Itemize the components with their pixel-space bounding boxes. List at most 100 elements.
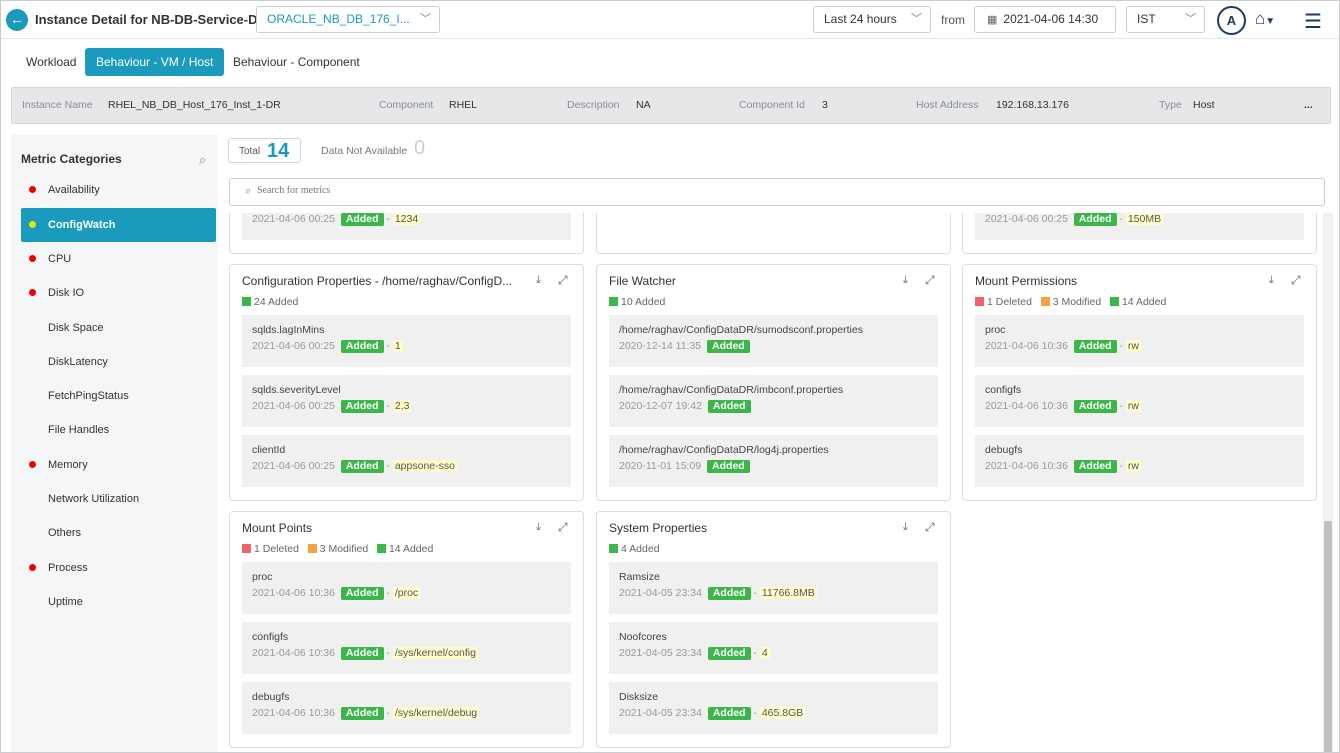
card-system-properties: System Properties ⤓ ⤢ 4 Added Ramsize 20… (596, 511, 951, 748)
item-name: /home/raghav/ConfigDataDR/sumodsconf.pro… (619, 324, 863, 336)
list-item: configfs 2021-04-06 10:36 Added - rw (975, 375, 1304, 427)
sidebar-item-process[interactable]: Process (21, 551, 216, 585)
sidebar-item-configwatch[interactable]: ConfigWatch (21, 208, 216, 242)
list-item: 2021-04-06 00:25 Added - 150MB (975, 213, 1304, 240)
sidebar-item-memory[interactable]: Memory (21, 448, 216, 482)
sidebar-item-disklatency[interactable]: DiskLatency (21, 345, 216, 379)
avatar[interactable]: A (1217, 6, 1246, 35)
item-meta: 2021-04-06 00:25 Added - 2,3 (252, 400, 412, 413)
instance-info-bar: Instance Name RHEL_NB_DB_Host_176_Inst_1… (11, 87, 1331, 124)
download-icon[interactable]: ⤓ (536, 521, 541, 534)
item-name: /home/raghav/ConfigDataDR/log4j.properti… (619, 444, 829, 456)
item-value: /sys/kernel/debug (392, 707, 480, 719)
sidebar-item-disk-io[interactable]: Disk IO (21, 276, 216, 310)
sidebar-item-fetchpingstatus[interactable]: FetchPingStatus (21, 379, 216, 413)
item-name: Ramsize (619, 571, 660, 583)
metric-search-box[interactable]: ⌕ (229, 178, 1325, 206)
sidebar-item-label: Others (48, 527, 82, 539)
status-badge: Added (340, 707, 384, 720)
host-address-key: Host Address (916, 99, 979, 111)
card-mount-permissions: Mount Permissions ⤓ ⤢ 1 Deleted 3 Modifi… (962, 264, 1317, 501)
status-badge: Added (707, 707, 751, 720)
list-item: sqlds.severityLevel 2021-04-06 00:25 Add… (242, 375, 571, 427)
item-meta: 2021-04-06 00:25 Added - 150MB (985, 213, 1164, 226)
sidebar-item-others[interactable]: Others (21, 516, 216, 550)
chevron-down-icon: ﹀ (911, 13, 922, 25)
item-time: 2021-04-05 23:34 (619, 647, 702, 659)
scrollbar-thumb[interactable] (1324, 521, 1332, 752)
alert-dot (29, 461, 36, 468)
sidebar-item-file-handles[interactable]: File Handles (21, 413, 216, 447)
item-name: configfs (252, 631, 289, 643)
added-legend-square (609, 544, 618, 553)
added-count: 14 Added (1121, 296, 1167, 308)
download-icon[interactable]: ⤓ (536, 274, 541, 287)
item-meta: 2021-04-05 23:34 Added - 465.8GB (619, 707, 806, 720)
from-date-picker[interactable]: ▦ 2021-04-06 14:30 (974, 6, 1116, 33)
time-range-select[interactable]: Last 24 hours ﹀ (813, 6, 931, 33)
item-meta: 2021-04-06 00:25 Added - 1234 (252, 213, 421, 226)
sidebar-title: Metric Categories (21, 152, 122, 166)
sidebar-item-network-utilization[interactable]: Network Utilization (21, 482, 216, 516)
status-badge: Added (707, 587, 751, 600)
search-input[interactable] (257, 185, 657, 196)
item-time: 2021-04-06 00:25 (252, 400, 335, 412)
sidebar-item-disk-space[interactable]: Disk Space (21, 311, 216, 345)
metrics-grid: 2021-04-06 00:25 Added - 1234 2021-04-06… (221, 213, 1339, 752)
sidebar-item-cpu[interactable]: CPU (21, 242, 216, 276)
added-legend-square (1109, 297, 1119, 306)
item-value: /proc (392, 587, 421, 599)
expand-icon[interactable]: ⤢ (558, 520, 568, 535)
status-badge: Added (1073, 340, 1117, 353)
status-badge: Added (340, 340, 384, 353)
sidebar-item-label: FetchPingStatus (48, 390, 129, 402)
card-summary: 1 Deleted 3 Modified 14 Added (975, 296, 1166, 308)
calendar-icon: ▦ (987, 14, 998, 26)
item-name: /home/raghav/ConfigDataDR/imbconf.proper… (619, 384, 844, 396)
modified-legend-square (1040, 297, 1050, 306)
back-button[interactable]: ← (6, 9, 28, 31)
timezone-select[interactable]: IST ﹀ (1126, 6, 1205, 33)
status-badge: Added (707, 400, 751, 413)
download-icon[interactable]: ⤓ (1269, 274, 1274, 287)
download-icon[interactable]: ⤓ (903, 521, 908, 534)
component-key: Component (379, 99, 434, 111)
status-badge: Added (340, 400, 384, 413)
instance-select[interactable]: ORACLE_NB_DB_176_I... ﹀ (256, 6, 440, 33)
list-item: /home/raghav/ConfigDataDR/log4j.properti… (609, 435, 938, 487)
list-item: 2021-04-06 00:25 Added - 1234 (242, 213, 571, 240)
list-item: proc 2021-04-06 10:36 Added - rw (975, 315, 1304, 367)
tab-behaviour-vm-host[interactable]: Behaviour - VM / Host (85, 48, 225, 76)
item-value: 150MB (1125, 213, 1164, 225)
item-meta: 2021-04-06 00:25 Added - appsone-sso (252, 460, 457, 473)
sidebar-item-label: Uptime (48, 596, 83, 608)
item-value: appsone-sso (392, 460, 457, 472)
item-meta: 2021-04-06 10:36 Added - /sys/kernel/deb… (252, 707, 480, 720)
search-icon[interactable]: ⌕ (199, 152, 206, 168)
chevron-down-icon: ﹀ (1185, 13, 1196, 25)
expand-icon[interactable]: ⤢ (925, 520, 935, 535)
item-time: 2020-11-01 15:09 (619, 460, 702, 472)
added-legend-square (609, 297, 618, 306)
instance-select-value: ORACLE_NB_DB_176_I... (267, 12, 410, 26)
sidebar-item-uptime[interactable]: Uptime (21, 585, 216, 619)
hamburger-menu-icon[interactable]: ☰ (1304, 9, 1322, 34)
item-meta: 2020-12-07 19:42 Added (619, 400, 751, 413)
item-meta: 2020-11-01 15:09 Added (619, 460, 750, 473)
page-title: Instance Detail for NB-DB-Service-DR (35, 12, 267, 27)
tab-behaviour-component[interactable]: Behaviour - Component (222, 48, 371, 76)
list-item: proc 2021-04-06 10:36 Added - /proc (242, 562, 571, 614)
sidebar-item-availability[interactable]: Availability (21, 173, 216, 207)
item-time: 2021-04-06 00:25 (252, 340, 335, 352)
expand-icon[interactable]: ⤢ (1291, 273, 1301, 288)
item-value: 1 (392, 340, 403, 352)
tab-workload[interactable]: Workload (15, 48, 87, 76)
card-title: Mount Points (242, 521, 313, 535)
expand-icon[interactable]: ⤢ (925, 273, 935, 288)
item-value: 11766.8MB (759, 587, 817, 599)
download-icon[interactable]: ⤓ (903, 274, 908, 287)
home-menu-button[interactable]: ⌂▼ (1255, 9, 1275, 29)
expand-icon[interactable]: ⤢ (558, 273, 568, 288)
more-button[interactable]: ... (1304, 88, 1313, 123)
item-value: 465.8GB (759, 707, 806, 719)
